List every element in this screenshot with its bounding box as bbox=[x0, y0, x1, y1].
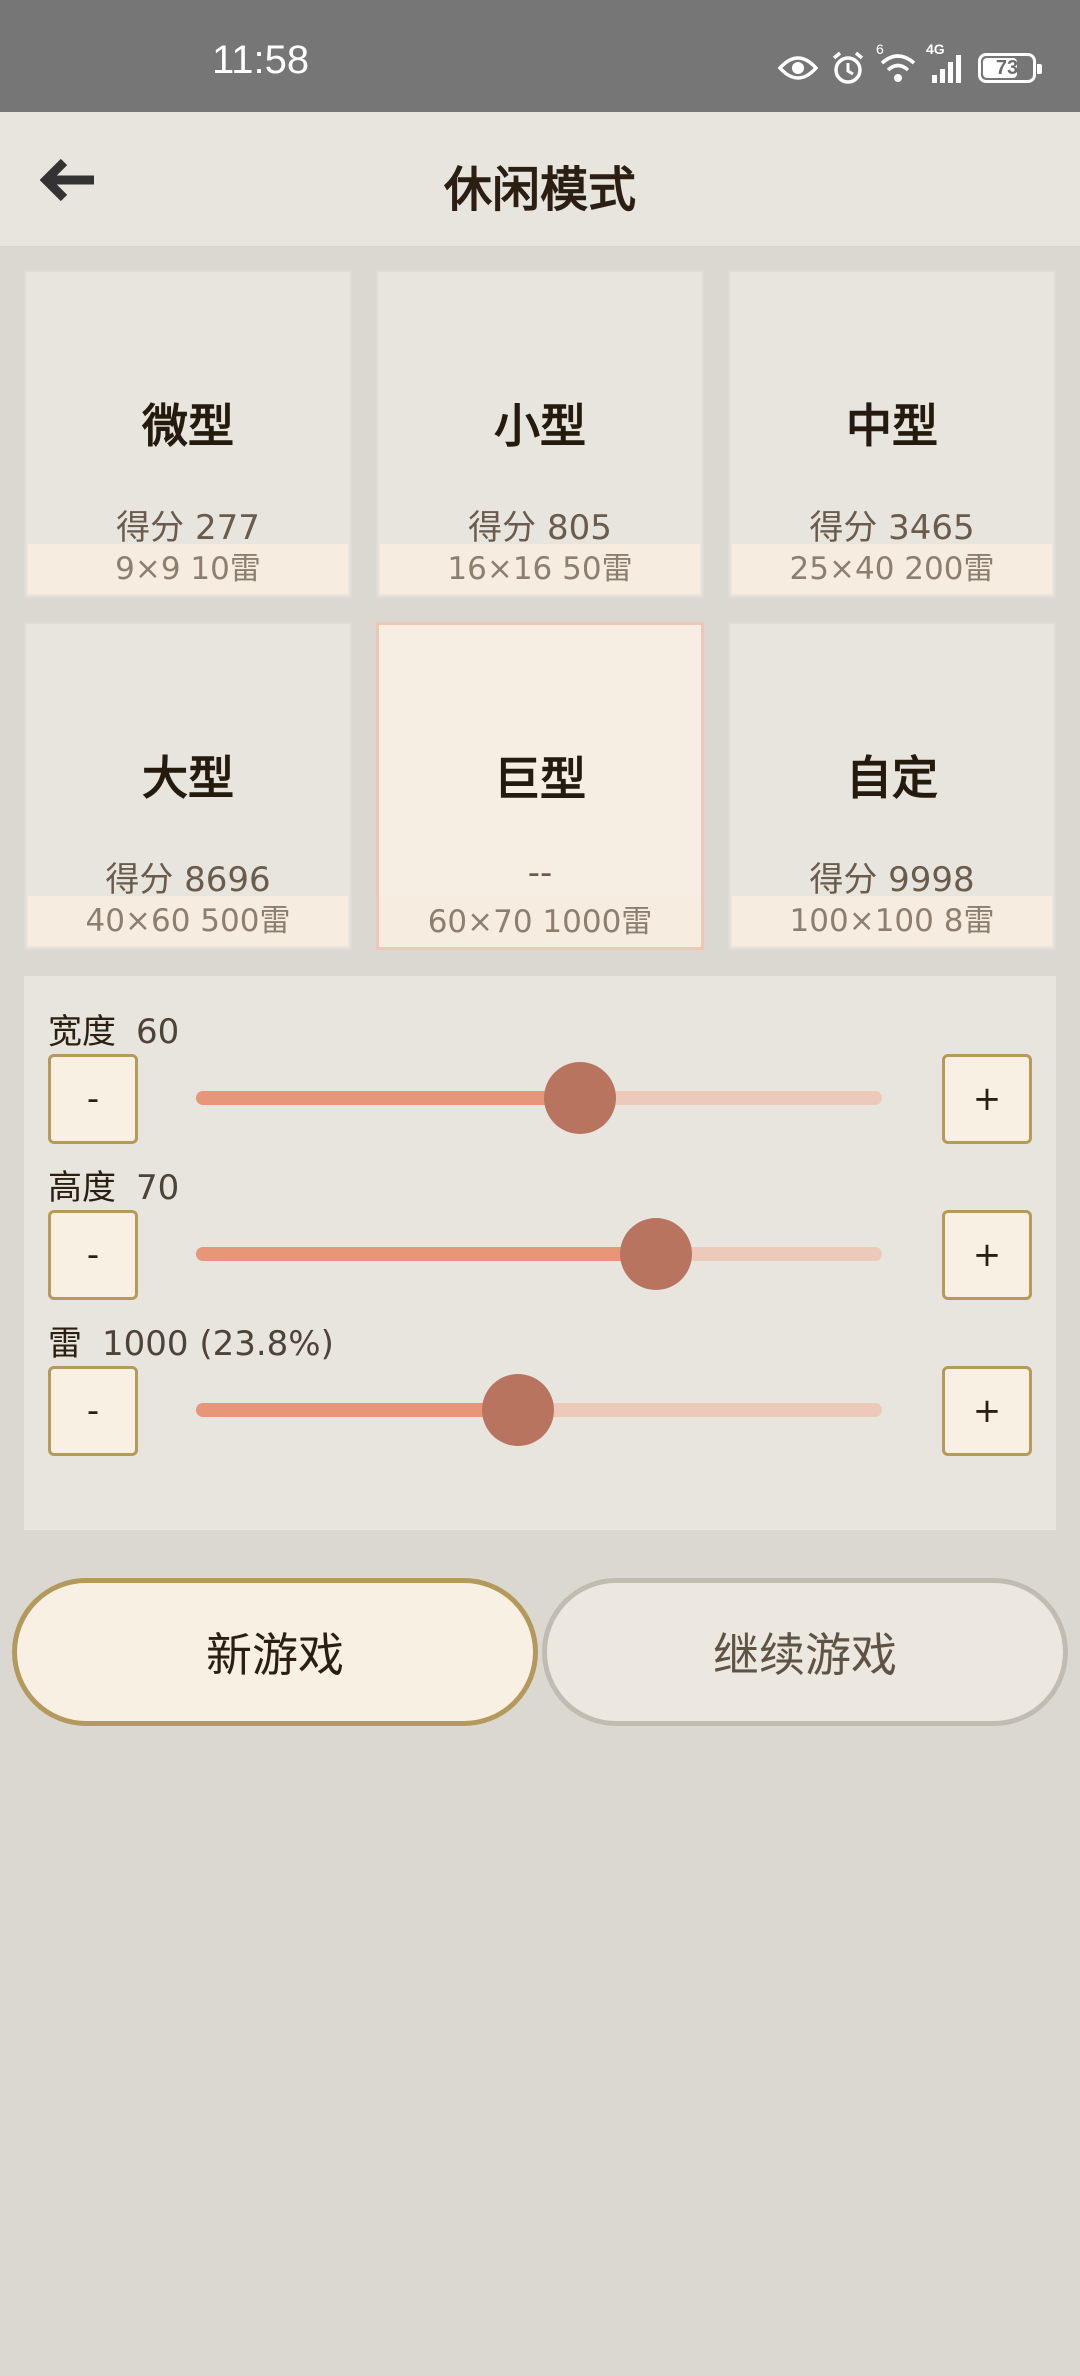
mode-score: 得分 9998 bbox=[809, 860, 975, 900]
mode-name: 中型 bbox=[846, 399, 938, 453]
new-game-button[interactable]: 新游戏 bbox=[12, 1578, 538, 1726]
eye-icon bbox=[778, 54, 818, 82]
alarm-icon bbox=[830, 50, 866, 86]
custom-settings-panel: 宽度 60 - + 高度 70 - + 雷 1000 (23.8%) - + bbox=[24, 976, 1056, 1530]
wifi-icon: 6 bbox=[876, 41, 918, 85]
minus-label: - bbox=[86, 1235, 100, 1275]
slider-thumb[interactable] bbox=[619, 1218, 692, 1290]
mode-name: 自定 bbox=[846, 751, 938, 805]
continue-game-button[interactable]: 继续游戏 bbox=[542, 1578, 1068, 1726]
width-slider[interactable] bbox=[196, 1060, 882, 1134]
mode-score: 得分 277 bbox=[116, 508, 260, 548]
mines-plus-button[interactable]: + bbox=[942, 1366, 1032, 1456]
mode-card-small[interactable]: 小型 得分 805 16×16 50雷 bbox=[376, 270, 704, 598]
status-icons: 6 4G 73 bbox=[778, 41, 1042, 90]
minus-label: - bbox=[86, 1391, 100, 1431]
height-minus-button[interactable]: - bbox=[48, 1210, 138, 1300]
width-minus-button[interactable]: - bbox=[48, 1054, 138, 1144]
height-label: 高度 70 bbox=[48, 1160, 179, 1209]
status-bar: 11:58 6 4G 73 bbox=[0, 0, 1080, 112]
minus-label: - bbox=[86, 1079, 100, 1119]
page-title: 休闲模式 bbox=[443, 162, 636, 218]
mines-minus-button[interactable]: - bbox=[48, 1366, 138, 1456]
mode-name: 巨型 bbox=[494, 752, 586, 806]
mode-score: 得分 3465 bbox=[809, 508, 975, 548]
mode-score: -- bbox=[527, 853, 553, 893]
mode-dimensions: 25×40 200雷 bbox=[732, 544, 1052, 594]
mode-dimensions: 16×16 50雷 bbox=[380, 544, 700, 594]
mode-card-medium[interactable]: 中型 得分 3465 25×40 200雷 bbox=[728, 270, 1056, 598]
battery-icon: 73 bbox=[978, 53, 1042, 83]
mines-value: 1000 (23.8%) bbox=[102, 1324, 334, 1364]
mode-name: 小型 bbox=[494, 399, 586, 453]
mines-slider[interactable] bbox=[196, 1372, 882, 1446]
mode-dimensions: 60×70 1000雷 bbox=[379, 897, 701, 947]
mines-label-text: 雷 bbox=[48, 1324, 82, 1364]
cellular-signal-icon: 4G bbox=[926, 41, 966, 83]
network-label: 4G bbox=[926, 41, 945, 57]
width-label: 宽度 60 bbox=[48, 1004, 179, 1053]
height-slider[interactable] bbox=[196, 1216, 882, 1290]
mode-name: 微型 bbox=[142, 399, 234, 453]
plus-label: + bbox=[972, 1391, 1002, 1431]
mode-card-large[interactable]: 大型 得分 8696 40×60 500雷 bbox=[24, 622, 352, 950]
mode-card-custom[interactable]: 自定 得分 9998 100×100 8雷 bbox=[728, 622, 1056, 950]
mode-card-micro[interactable]: 微型 得分 277 9×9 10雷 bbox=[24, 270, 352, 598]
mode-dimensions: 40×60 500雷 bbox=[28, 896, 348, 946]
slider-active-track bbox=[196, 1247, 656, 1261]
slider-active-track bbox=[196, 1091, 581, 1105]
mode-name: 大型 bbox=[142, 751, 234, 805]
width-value: 60 bbox=[136, 1012, 180, 1052]
width-plus-button[interactable]: + bbox=[942, 1054, 1032, 1144]
app-bar: 休闲模式 bbox=[0, 112, 1080, 246]
mines-label: 雷 1000 (23.8%) bbox=[48, 1316, 334, 1365]
height-plus-button[interactable]: + bbox=[942, 1210, 1032, 1300]
mode-dimensions: 9×9 10雷 bbox=[28, 544, 348, 594]
width-label-text: 宽度 bbox=[48, 1012, 116, 1052]
mode-card-huge[interactable]: 巨型 -- 60×70 1000雷 bbox=[376, 622, 704, 950]
mode-dimensions: 100×100 8雷 bbox=[732, 896, 1052, 946]
plus-label: + bbox=[972, 1235, 1002, 1275]
height-label-text: 高度 bbox=[48, 1168, 116, 1208]
height-value: 70 bbox=[136, 1168, 180, 1208]
mode-score: 得分 805 bbox=[468, 508, 612, 548]
status-time: 11:58 bbox=[212, 38, 310, 82]
slider-thumb[interactable] bbox=[482, 1374, 555, 1446]
mode-score: 得分 8696 bbox=[105, 860, 271, 900]
plus-label: + bbox=[972, 1079, 1002, 1119]
wifi-badge: 6 bbox=[876, 41, 884, 57]
slider-thumb[interactable] bbox=[544, 1062, 617, 1134]
battery-level: 73 bbox=[995, 56, 1019, 79]
slider-active-track bbox=[196, 1403, 519, 1417]
